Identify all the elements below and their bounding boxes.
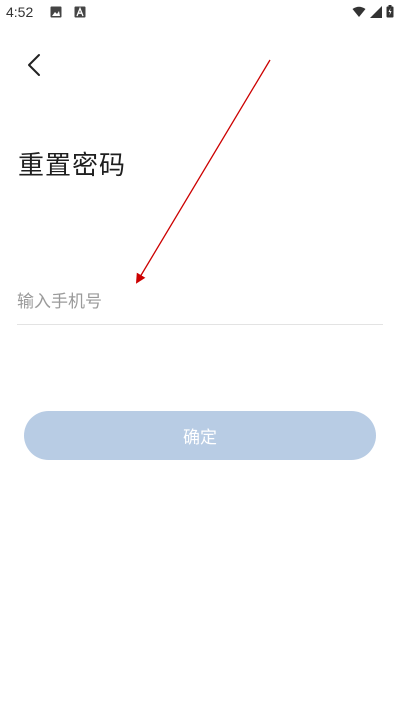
page-title: 重置密码 [18,151,127,182]
battery-icon [386,5,394,18]
back-button[interactable] [20,50,50,80]
chevron-left-icon [28,54,40,76]
image-icon [50,6,62,18]
wifi-icon [352,6,366,17]
a-icon [74,6,86,18]
annotation-arrow [135,59,271,284]
confirm-button[interactable]: 确定 [24,411,376,460]
status-time: 4:52 [6,4,34,20]
status-bar: 4:52 [0,0,400,26]
signal-icon [370,5,382,18]
phone-input[interactable] [17,280,383,325]
